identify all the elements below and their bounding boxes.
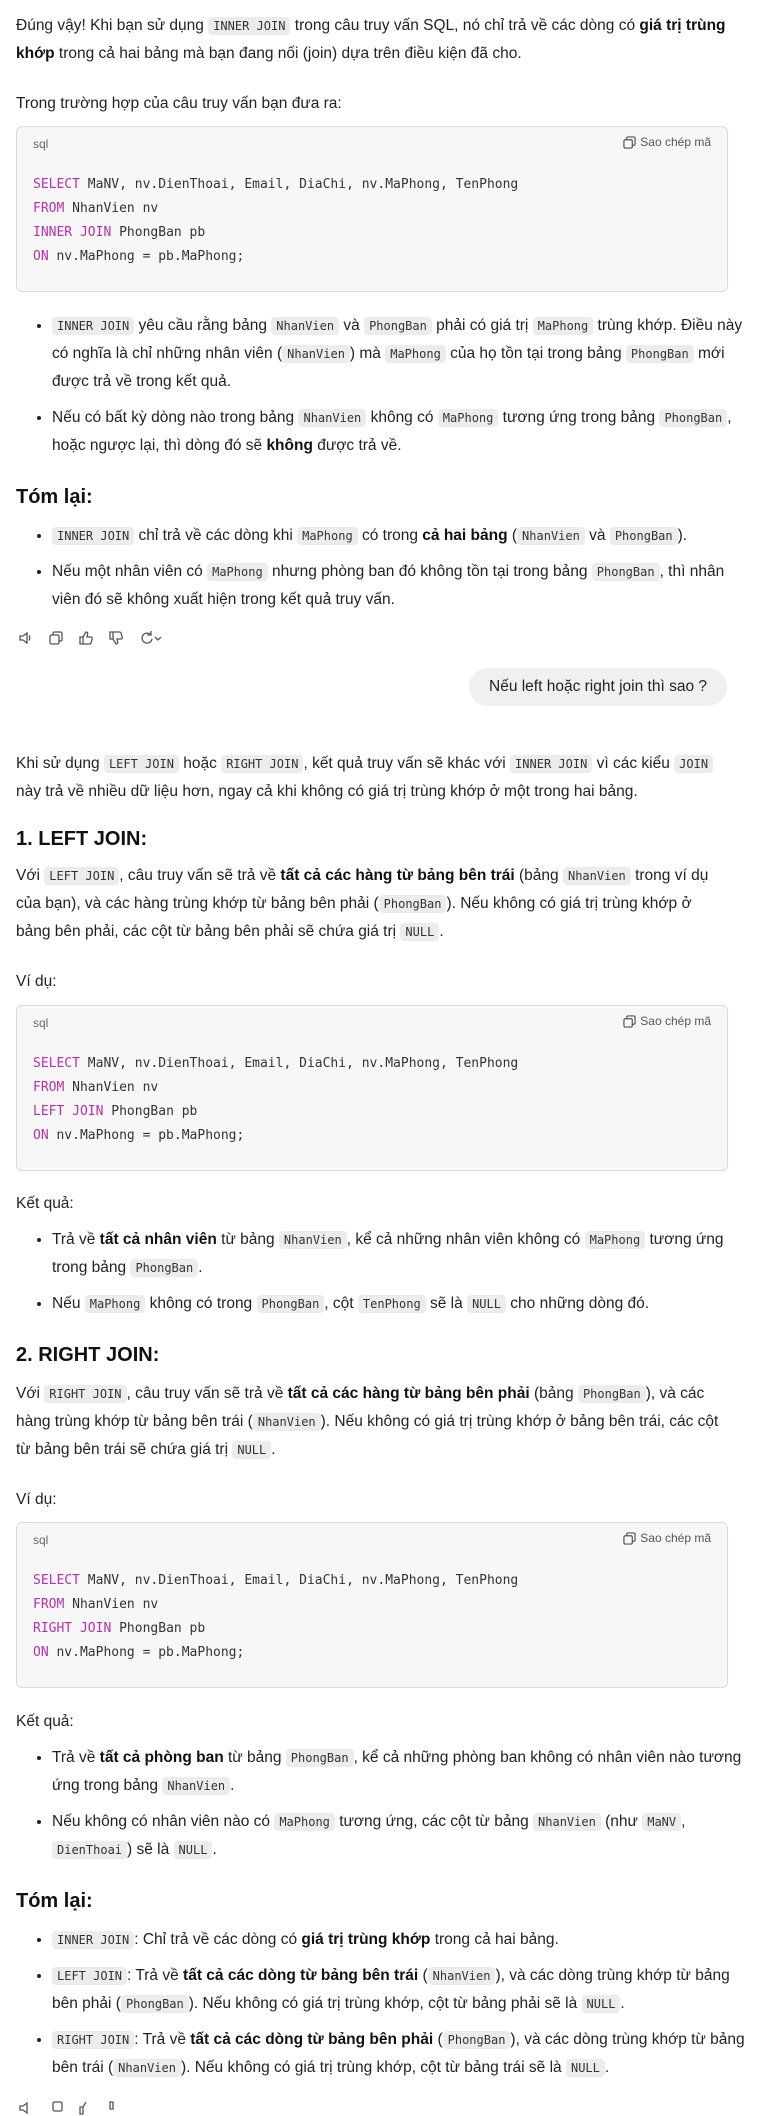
message-actions-toolbar-2: [18, 2100, 124, 2116]
copy-icon[interactable]: [48, 2100, 64, 2116]
inner-join-explanation-list: INNER JOIN yêu cầu rằng bảng NhanVien và…: [16, 312, 752, 468]
thumbs-down-icon[interactable]: [108, 2100, 124, 2116]
copy-code-button[interactable]: Sao chép mã: [623, 1531, 711, 1545]
left-join-example-label: Ví dụ:: [16, 973, 57, 990]
thumbs-up-icon[interactable]: [78, 630, 94, 646]
code-language: sql: [33, 1016, 49, 1030]
summary-list-2: INNER JOIN: Chỉ trả về các dòng có giá t…: [16, 1926, 752, 2090]
list-item: Nếu không có nhân viên nào có MaPhong tư…: [52, 1808, 752, 1864]
left-join-description: Với LEFT JOIN, câu truy vấn sẽ trả về tấ…: [16, 867, 709, 941]
list-item: RIGHT JOIN: Trả về tất cả các dòng từ bả…: [52, 2026, 752, 2082]
list-item: Nếu có bất kỳ dòng nào trong bảng NhanVi…: [52, 404, 752, 460]
right-join-heading: 2. RIGHT JOIN:: [16, 1344, 160, 1366]
code-content: SELECT MaNV, nv.DienThoai, Email, DiaChi…: [33, 177, 519, 264]
right-join-result-label: Kết quả:: [16, 1713, 74, 1730]
list-item: INNER JOIN chỉ trả về các dòng khi MaPho…: [52, 522, 752, 550]
copy-icon[interactable]: [48, 630, 64, 646]
thumbs-up-icon[interactable]: [78, 2100, 94, 2116]
copy-code-button[interactable]: Sao chép mã: [623, 1014, 711, 1028]
user-message-bubble: Nếu left hoặc right join thì sao ?: [469, 668, 727, 706]
message-actions-toolbar: [18, 630, 162, 646]
list-item: INNER JOIN yêu cầu rằng bảng NhanVien và…: [52, 312, 752, 396]
code-block-right-join: sql Sao chép mã SELECT MaNV, nv.DienThoa…: [16, 1522, 728, 1688]
list-item: Nếu một nhân viên có MaPhong nhưng phòng…: [52, 558, 752, 614]
code-block-left-join: sql Sao chép mã SELECT MaNV, nv.DienThoa…: [16, 1005, 728, 1171]
list-item: Trả về tất cả phòng ban từ bảng PhongBan…: [52, 1744, 752, 1800]
copy-icon: [623, 135, 636, 149]
copy-code-button[interactable]: Sao chép mã: [623, 135, 711, 149]
left-join-heading: 1. LEFT JOIN:: [16, 828, 148, 850]
code-block-inner-join: sql Sao chép mã SELECT MaNV, nv.DienThoa…: [16, 126, 728, 292]
code-language: sql: [33, 1533, 49, 1547]
speaker-icon[interactable]: [18, 630, 34, 646]
copy-icon: [623, 1014, 636, 1028]
list-item: Nếu MaPhong không có trong PhongBan, cột…: [52, 1290, 752, 1318]
left-join-result-list: Trả về tất cả nhân viên từ bảng NhanVien…: [16, 1226, 752, 1326]
right-join-result-list: Trả về tất cả phòng ban từ bảng PhongBan…: [16, 1744, 752, 1872]
intro-paragraph: Đúng vậy! Khi bạn sử dụng INNER JOIN tro…: [16, 17, 726, 62]
summary-heading: Tóm lại:: [16, 486, 93, 508]
regenerate-icon[interactable]: [138, 630, 162, 646]
summary-heading-2: Tóm lại:: [16, 1890, 93, 1912]
code-language: sql: [33, 137, 49, 151]
code-content: SELECT MaNV, nv.DienThoai, Email, DiaChi…: [33, 1573, 519, 1660]
speaker-icon[interactable]: [18, 2100, 34, 2116]
right-join-description: Với RIGHT JOIN, câu truy vấn sẽ trả về t…: [16, 1385, 719, 1459]
list-item: LEFT JOIN: Trả về tất cả các dòng từ bản…: [52, 1962, 752, 2018]
list-item: INNER JOIN: Chỉ trả về các dòng có giá t…: [52, 1926, 752, 1954]
summary-list: INNER JOIN chỉ trả về các dòng khi MaPho…: [16, 522, 752, 622]
answer-intro: Khi sử dụng LEFT JOIN hoặc RIGHT JOIN, k…: [16, 750, 728, 806]
list-item: Trả về tất cả nhân viên từ bảng NhanVien…: [52, 1226, 752, 1282]
thumbs-down-icon[interactable]: [108, 630, 124, 646]
copy-icon: [623, 1531, 636, 1545]
intro-context: Trong trường hợp của câu truy vấn bạn đư…: [16, 95, 342, 112]
code-content: SELECT MaNV, nv.DienThoai, Email, DiaChi…: [33, 1056, 519, 1143]
chat-conversation: Đúng vậy! Khi bạn sử dụng INNER JOIN tro…: [0, 0, 761, 2115]
left-join-result-label: Kết quả:: [16, 1195, 74, 1212]
right-join-example-label: Ví dụ:: [16, 1491, 57, 1508]
